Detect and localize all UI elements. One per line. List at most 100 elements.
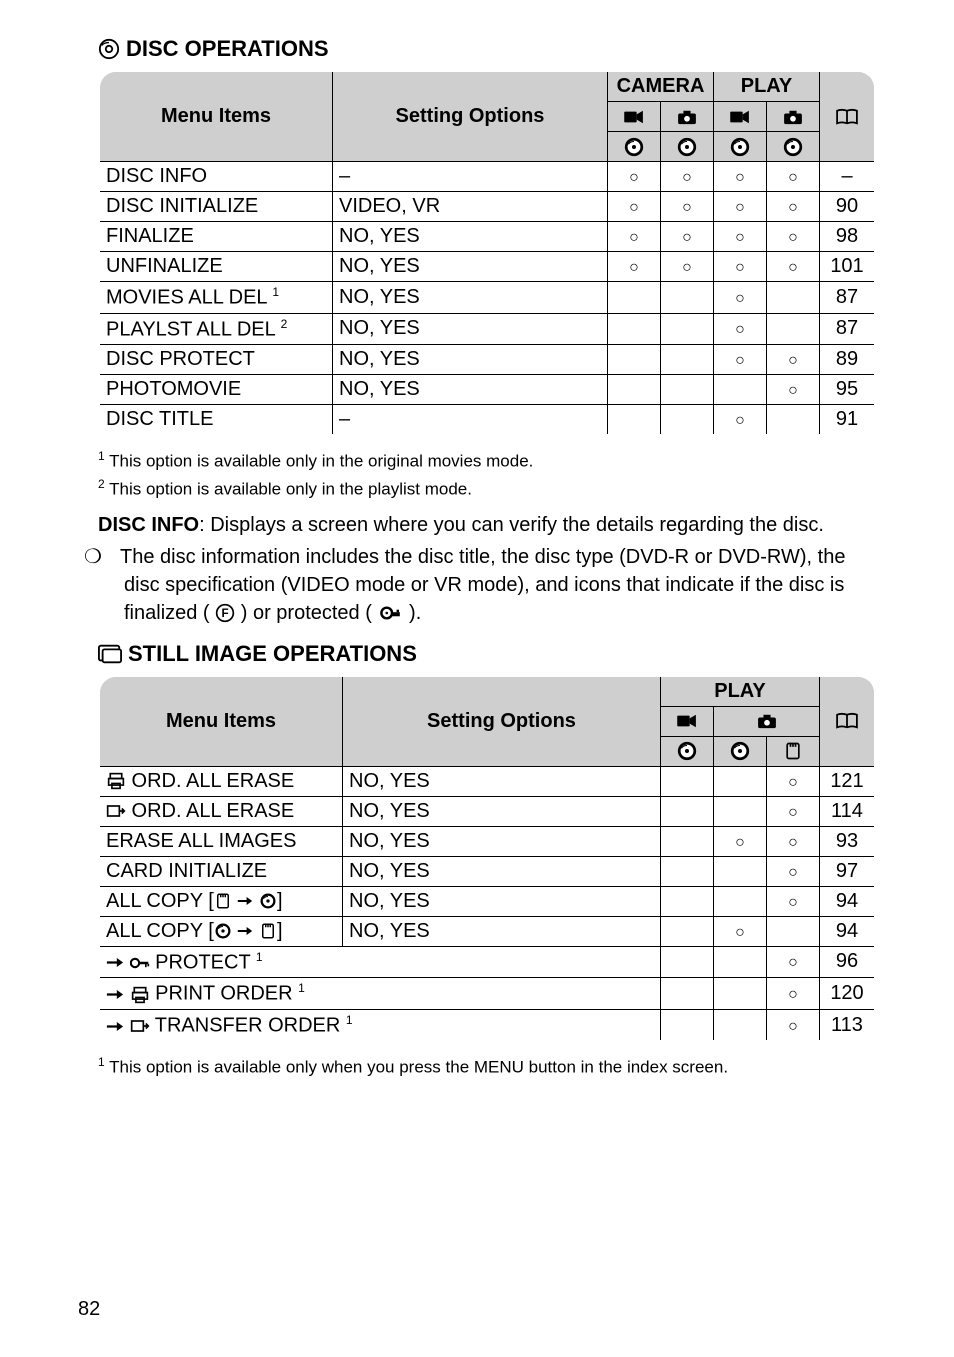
cell-play-still: ○ xyxy=(767,192,820,222)
th2-card xyxy=(767,736,820,766)
cell-play-still-card: ○ xyxy=(767,946,820,978)
cell-play-movie: ○ xyxy=(714,162,767,192)
setting-options: NO, YES xyxy=(343,826,661,856)
footnote-1: 1 This option is available only in the o… xyxy=(98,448,876,474)
bullet-part-c: ). xyxy=(409,602,421,624)
cell-camera-movie xyxy=(608,375,661,405)
book-icon xyxy=(835,712,859,730)
page-ref: 98 xyxy=(820,222,876,252)
cell-play-still: ○ xyxy=(767,252,820,282)
page-ref: 91 xyxy=(820,405,876,436)
arrow-icon xyxy=(106,1021,124,1032)
page-ref: 96 xyxy=(820,946,876,978)
cell-camera-movie xyxy=(608,282,661,314)
th-play-still xyxy=(767,102,820,132)
cell-play-movie xyxy=(661,856,714,886)
cell-play-movie xyxy=(661,886,714,916)
cell-play-movie: ○ xyxy=(714,345,767,375)
th-page-icon xyxy=(820,71,876,162)
cell-play-movie xyxy=(661,796,714,826)
cell-play-still: ○ xyxy=(767,345,820,375)
th-disc1 xyxy=(608,132,661,162)
card-icon xyxy=(783,741,803,761)
th-menu-items: Menu Items xyxy=(99,71,333,162)
cell-play-movie xyxy=(714,375,767,405)
table-row: PLAYLST ALL DEL 2NO, YES○87 xyxy=(99,313,875,345)
th2-play-still xyxy=(714,706,820,736)
arrow-icon xyxy=(106,989,124,1000)
cell-camera-still xyxy=(661,282,714,314)
key-icon xyxy=(130,954,150,972)
dvd-icon xyxy=(729,136,751,158)
cell-play-still: ○ xyxy=(767,162,820,192)
cell-play-movie xyxy=(661,766,714,796)
cell-play-still-card: ○ xyxy=(767,856,820,886)
cell-camera-movie: ○ xyxy=(608,222,661,252)
menu-item-name: MOVIES ALL DEL 1 xyxy=(99,282,333,314)
arrow-icon xyxy=(237,926,253,936)
stillimage-icon xyxy=(98,644,122,664)
cell-camera-movie xyxy=(608,405,661,436)
table-row: PROTECT 1 ○96 xyxy=(99,946,875,978)
setting-options: NO, YES xyxy=(343,856,661,886)
cell-play-still-disc: ○ xyxy=(714,826,767,856)
cell-play-movie xyxy=(661,826,714,856)
th-play: PLAY xyxy=(714,71,820,102)
cell-play-movie: ○ xyxy=(714,282,767,314)
disc-info-label: DISC INFO xyxy=(98,514,199,536)
disc-operations-table: Menu Items Setting Options CAMERA PLAY D… xyxy=(98,70,876,436)
still-image-ops-label: STILL IMAGE OPERATIONS xyxy=(128,641,417,667)
cell-camera-still: ○ xyxy=(661,252,714,282)
camera-icon xyxy=(676,109,698,125)
th-camera-movie xyxy=(608,102,661,132)
dvd-icon xyxy=(676,740,698,762)
cell-play-still-card: ○ xyxy=(767,796,820,826)
table-row: UNFINALIZENO, YES○○○○101 xyxy=(99,252,875,282)
page-ref: 89 xyxy=(820,345,876,375)
cell-play-still-disc xyxy=(714,978,767,1010)
menu-item-name: PRINT ORDER 1 xyxy=(99,978,661,1010)
table-row: CARD INITIALIZENO, YES○97 xyxy=(99,856,875,886)
setting-options: NO, YES xyxy=(333,282,608,314)
cell-play-still: ○ xyxy=(767,222,820,252)
th2-menu-items: Menu Items xyxy=(99,676,343,767)
cell-play-still-disc xyxy=(714,856,767,886)
dvd-icon xyxy=(729,740,751,762)
card-icon xyxy=(214,892,232,910)
cell-play-still-disc xyxy=(714,796,767,826)
menu-item-name: CARD INITIALIZE xyxy=(99,856,343,886)
th2-page-icon xyxy=(820,676,876,767)
menu-item-name: PROTECT 1 xyxy=(99,946,661,978)
disc-operations-title: DISC OPERATIONS xyxy=(98,36,876,62)
table-row: ALL COPY [ ]NO, YES○94 xyxy=(99,916,875,946)
page-ref: 94 xyxy=(820,886,876,916)
disc-info-text: : Displays a screen where you can verify… xyxy=(199,514,824,536)
cell-camera-movie xyxy=(608,345,661,375)
cell-play-still-disc xyxy=(714,886,767,916)
cell-play-movie: ○ xyxy=(714,192,767,222)
still-image-ops-table: Menu Items Setting Options PLAY ORD. ALL… xyxy=(98,675,876,1043)
cell-play-movie: ○ xyxy=(714,313,767,345)
bullet-part-b: ) or protected ( xyxy=(241,602,372,624)
page-number: 82 xyxy=(78,1298,100,1321)
cell-play-still: ○ xyxy=(767,375,820,405)
disc-info-bullet: ❍The disc information includes the disc … xyxy=(98,543,876,627)
cell-camera-movie xyxy=(608,313,661,345)
arrow-icon xyxy=(106,957,124,968)
protect-icon xyxy=(377,604,403,622)
cell-camera-movie: ○ xyxy=(608,252,661,282)
dvd-icon xyxy=(214,922,232,940)
setting-options: NO, YES xyxy=(333,222,608,252)
table-row: TRANSFER ORDER 1○113 xyxy=(99,1009,875,1041)
table-row: DISC PROTECTNO, YES○○89 xyxy=(99,345,875,375)
movie-icon xyxy=(676,713,698,729)
th2-disc1 xyxy=(661,736,714,766)
table-row: PRINT ORDER 1○120 xyxy=(99,978,875,1010)
table-row: ERASE ALL IMAGESNO, YES○○93 xyxy=(99,826,875,856)
cell-play-still-card: ○ xyxy=(767,826,820,856)
page-ref: 114 xyxy=(820,796,876,826)
cell-play-movie xyxy=(661,916,714,946)
transfer-icon xyxy=(130,1017,150,1035)
dvd-icon xyxy=(259,892,277,910)
cell-play-still xyxy=(767,313,820,345)
